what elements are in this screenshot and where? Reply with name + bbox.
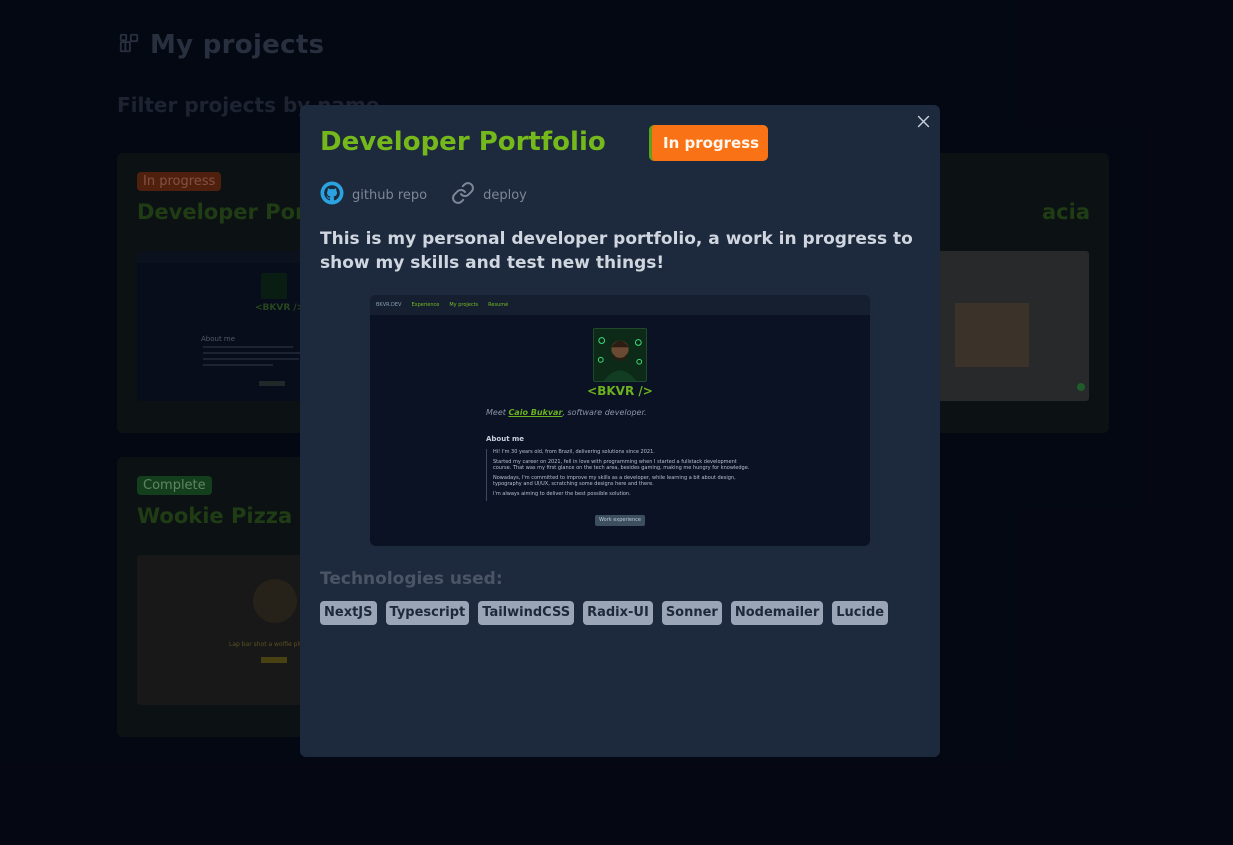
deploy-link[interactable]: deploy: [451, 181, 527, 209]
tech-chip: TailwindCSS: [478, 601, 575, 625]
project-description: This is my personal developer portfolio,…: [320, 229, 913, 273]
preview-nav-item: BKVR.DEV: [376, 302, 402, 308]
preview-handle: <BKVR />: [587, 384, 653, 398]
project-screenshot: BKVR.DEV Experience My projects Resumé <…: [370, 295, 870, 546]
project-links: github repo deploy: [320, 181, 527, 209]
github-icon: [320, 181, 344, 209]
preview-nav-item: Resumé: [488, 302, 509, 308]
preview-avatar: [593, 328, 647, 382]
preview-about-line: Started my career on 2021, fell in love …: [493, 459, 750, 471]
preview-about-line: I'm always aiming to deliver the best po…: [493, 491, 631, 497]
close-button[interactable]: [915, 113, 932, 130]
preview-nav-item: Experience: [411, 302, 440, 308]
preview-about-title: About me: [486, 435, 525, 443]
link-icon: [451, 181, 475, 209]
preview-nav: BKVR.DEV Experience My projects Resumé: [370, 295, 870, 315]
tech-chip: Lucide: [832, 601, 889, 625]
preview-about-text: Hi! I'm 30 years old, from Brazil, deliv…: [486, 449, 756, 501]
preview-meet-name: Caio Bukvar: [508, 408, 563, 417]
modal-title: Developer Portfolio: [320, 127, 606, 157]
tech-chip: NextJS: [320, 601, 377, 625]
project-modal: Developer Portfolio In progress github r…: [300, 105, 940, 757]
tech-chip: Sonner: [661, 601, 722, 625]
preview-meet-suffix: , software developer.: [562, 408, 647, 417]
preview-meet: Meet Caio Bukvar, software developer.: [486, 408, 647, 417]
preview-about-line: Hi! I'm 30 years old, from Brazil, deliv…: [493, 449, 655, 455]
github-repo-label: github repo: [352, 187, 428, 203]
github-repo-link[interactable]: github repo: [320, 181, 427, 209]
close-icon: [915, 115, 932, 134]
deploy-label: deploy: [483, 187, 527, 203]
tech-chip: Nodemailer: [730, 601, 824, 625]
tech-chip: Radix-UI: [583, 601, 653, 625]
technologies-heading: Technologies used:: [320, 569, 503, 589]
preview-about-line: Nowadays, I'm committed to improve my sk…: [493, 475, 736, 487]
technologies-list: NextJS Typescript TailwindCSS Radix-UI S…: [320, 601, 889, 625]
status-badge: In progress: [649, 125, 769, 161]
tech-chip: Typescript: [385, 601, 470, 625]
preview-meet-prefix: Meet: [486, 408, 509, 417]
preview-button: Work experience: [595, 515, 645, 526]
preview-nav-item: My projects: [449, 302, 479, 308]
